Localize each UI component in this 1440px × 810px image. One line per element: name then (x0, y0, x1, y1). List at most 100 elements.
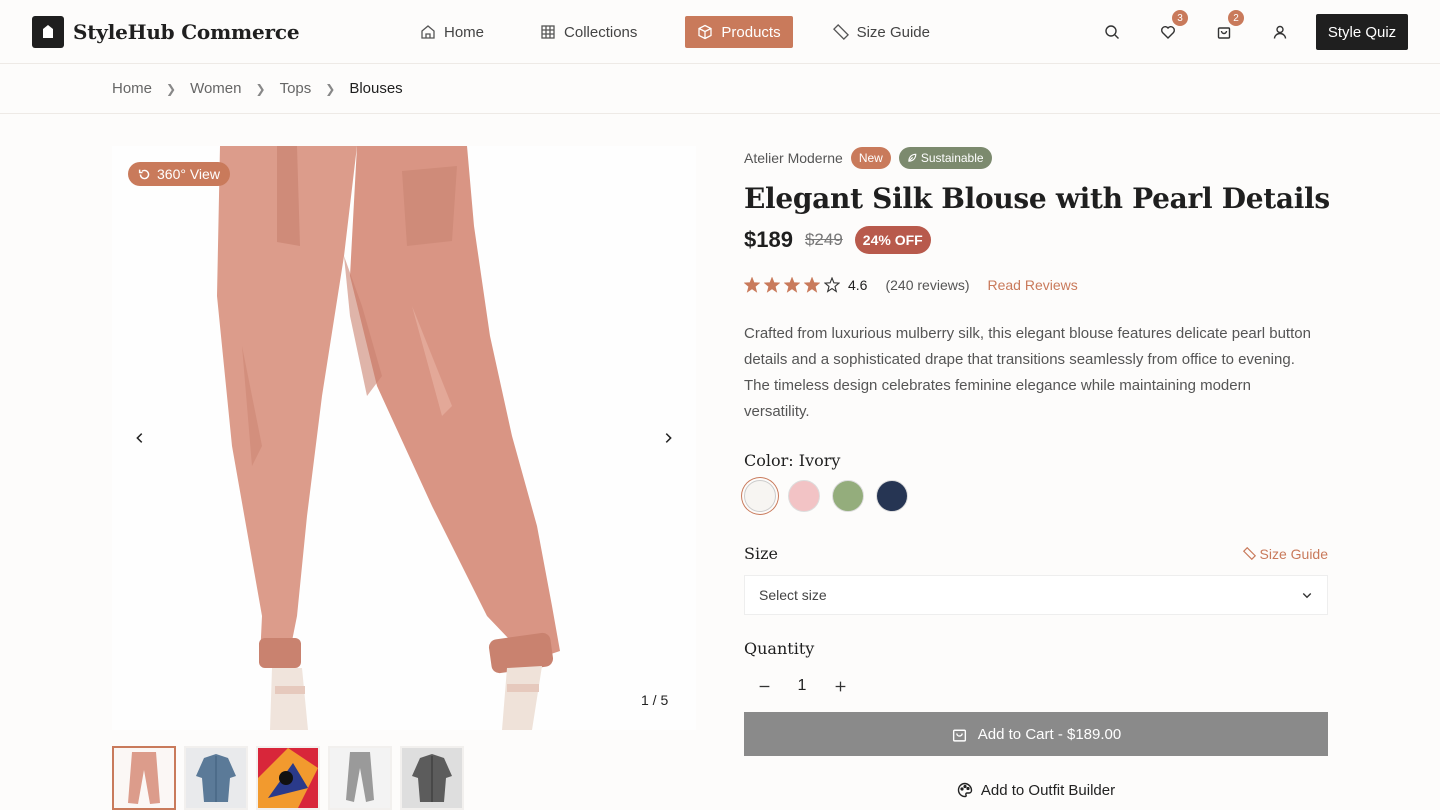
heart-icon (1161, 26, 1175, 39)
thumbnail-denim-shirt[interactable] (184, 746, 248, 810)
quantity-stepper: 1 (744, 670, 1328, 702)
search-icon (1105, 25, 1119, 39)
thumbnail-colorful-art[interactable] (256, 746, 320, 810)
thumbnail-pink-pants[interactable] (112, 746, 176, 810)
breadcrumb-tops[interactable]: Tops (280, 80, 312, 97)
ruler-icon (1242, 547, 1256, 560)
style-quiz-button[interactable]: Style Quiz (1316, 14, 1408, 50)
chevron-right-icon (665, 433, 672, 443)
cart-button[interactable]: 2 (1212, 10, 1244, 44)
quantity-value[interactable]: 1 (784, 677, 820, 695)
add-to-outfit-builder-button[interactable]: Add to Outfit Builder (744, 770, 1328, 810)
wishlist-button[interactable]: 3 (1156, 10, 1188, 44)
brand-name: StyleHub Commerce (73, 20, 300, 44)
breadcrumb: Home ❯ Women ❯ Tops ❯ Blouses (0, 64, 1440, 114)
product-description: Crafted from luxurious mulberry silk, th… (744, 325, 1311, 420)
chevron-right-icon: ❯ (325, 81, 336, 96)
color-label: Color: Ivory (744, 451, 841, 470)
ruler-icon (832, 24, 849, 40)
palette-icon (957, 782, 973, 798)
increase-quantity-button[interactable] (820, 670, 860, 702)
breadcrumb-current: Blouses (349, 80, 403, 97)
account-button[interactable] (1268, 20, 1292, 44)
rating-value: 4.6 (848, 277, 868, 293)
add-to-cart-button[interactable]: Add to Cart - $189.00 (744, 712, 1328, 756)
nav-collections-label: Collections (564, 23, 638, 41)
outfit-builder-label: Add to Outfit Builder (980, 781, 1116, 799)
rating-row: 4.6 (240 reviews) Read Reviews (744, 275, 1328, 295)
site-header: StyleHub Commerce Home Collections Produ… (0, 0, 1440, 64)
star-rating (744, 277, 840, 293)
main-product-image (112, 146, 696, 730)
color-swatches (744, 480, 1328, 512)
decrease-quantity-button[interactable] (744, 670, 784, 702)
sustainable-badge: Sustainable (898, 147, 992, 169)
leaf-icon (908, 153, 917, 162)
nav-home-label: Home (444, 23, 485, 41)
plus-icon (835, 681, 845, 691)
logo[interactable]: StyleHub Commerce (32, 16, 300, 48)
star-filled-icon (804, 277, 820, 293)
quantity-label: Quantity (744, 639, 815, 658)
nav-products-label: Products (721, 23, 781, 41)
sustainable-label: Sustainable (920, 151, 984, 165)
user-icon (1273, 25, 1287, 39)
thumbnail-strip (112, 746, 464, 810)
breadcrumb-women[interactable]: Women (190, 80, 241, 97)
chevron-down-icon (1302, 593, 1312, 599)
price-row: $189 $249 24% OFF (744, 225, 1328, 255)
review-count: (240 reviews) (885, 277, 970, 293)
prev-image-button[interactable] (128, 426, 152, 450)
nav-size-guide[interactable]: Size Guide (825, 16, 938, 48)
size-guide-link[interactable]: Size Guide (1242, 546, 1328, 562)
size-select-value: Select size (759, 587, 827, 603)
size-label: Size (744, 544, 778, 563)
image-counter: 1 / 5 (641, 692, 669, 708)
size-select[interactable]: Select size (744, 575, 1328, 615)
shopping-bag-icon (1217, 27, 1231, 39)
chevron-right-icon: ❯ (166, 81, 177, 96)
add-to-cart-label: Add to Cart - $189.00 (977, 725, 1122, 743)
current-price: $189 (744, 227, 793, 252)
swatch-ivory[interactable] (744, 480, 776, 512)
view-360-label: 360° View (157, 166, 220, 182)
product-title: Elegant Silk Blouse with Pearl Details (744, 182, 1330, 215)
original-price: $249 (804, 230, 843, 249)
rotate-icon (138, 169, 150, 179)
cart-count-badge: 2 (1228, 10, 1244, 26)
swatch-blush[interactable] (788, 480, 820, 512)
minus-icon (759, 685, 769, 687)
breadcrumb-home[interactable]: Home (112, 80, 152, 97)
nav-home[interactable]: Home (412, 16, 492, 48)
read-reviews-link[interactable]: Read Reviews (988, 277, 1078, 293)
home-icon (421, 25, 435, 39)
chevron-right-icon: ❯ (255, 81, 266, 96)
product-brand[interactable]: Atelier Moderne (744, 150, 843, 166)
nav-size-guide-label: Size Guide (856, 23, 930, 41)
new-badge: New (850, 147, 891, 169)
nav-collections[interactable]: Collections (532, 16, 645, 48)
star-filled-icon (784, 277, 800, 293)
main-nav: Home Collections Products Size Guide (412, 16, 978, 48)
product-gallery: 360° View 1 / 5 (112, 146, 696, 730)
discount-badge: 24% OFF (854, 226, 931, 254)
shopping-bag-icon (952, 729, 966, 742)
next-image-button[interactable] (656, 426, 680, 450)
thumbnail-grey-pants[interactable] (328, 746, 392, 810)
box-icon (698, 24, 713, 40)
nav-products[interactable]: Products (685, 16, 793, 48)
grid-icon (541, 25, 555, 39)
chevron-left-icon (136, 433, 143, 443)
swatch-navy[interactable] (876, 480, 908, 512)
thumbnail-grey-shirt[interactable] (400, 746, 464, 810)
wishlist-count-badge: 3 (1172, 10, 1188, 26)
star-empty-icon (824, 277, 840, 293)
header-actions: 3 2 (1100, 10, 1324, 44)
star-filled-icon (744, 277, 760, 293)
product-info: Atelier Moderne New Sustainable Elegant … (744, 146, 1330, 810)
view-360-button[interactable]: 360° View (128, 162, 230, 186)
swatch-sage[interactable] (832, 480, 864, 512)
logo-mark-icon (32, 16, 64, 48)
star-filled-icon (764, 277, 780, 293)
search-button[interactable] (1100, 20, 1124, 44)
